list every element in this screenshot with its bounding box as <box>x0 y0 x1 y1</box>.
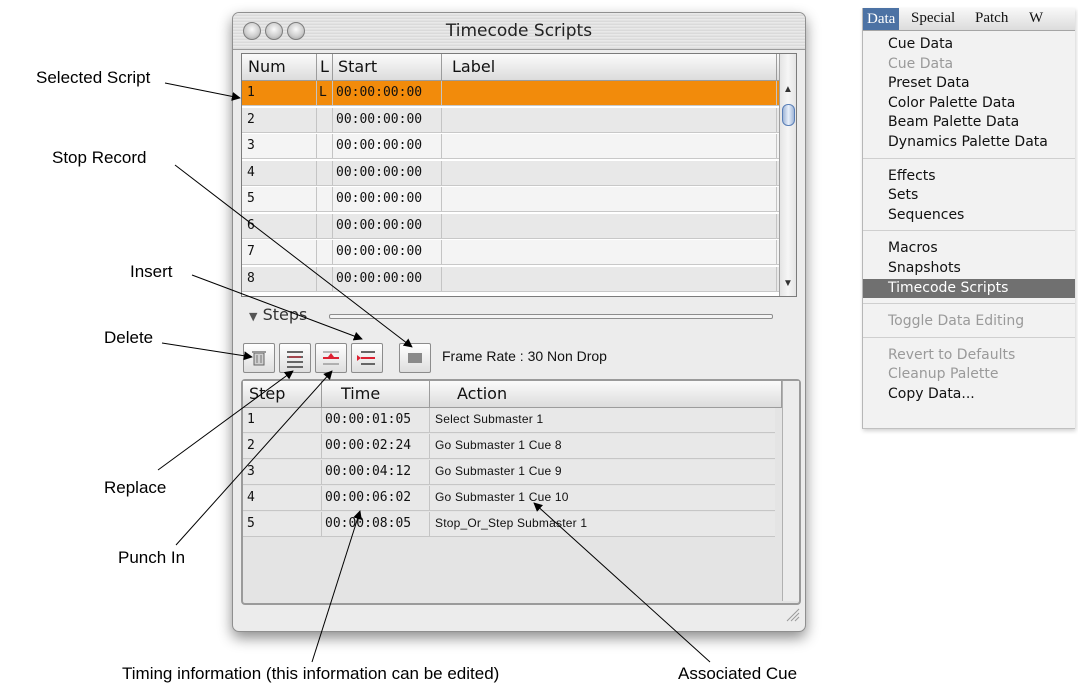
arrow-insert <box>191 274 363 341</box>
arrow-selected-script <box>164 82 241 101</box>
arrow-punch-in <box>175 370 333 546</box>
arrow-associated-cue <box>533 502 711 663</box>
arrow-delete <box>161 342 253 361</box>
arrow-replace <box>157 370 294 471</box>
arrow-timing-info <box>311 510 362 663</box>
arrow-stop-record <box>174 164 413 348</box>
callout-arrows <box>157 82 711 663</box>
